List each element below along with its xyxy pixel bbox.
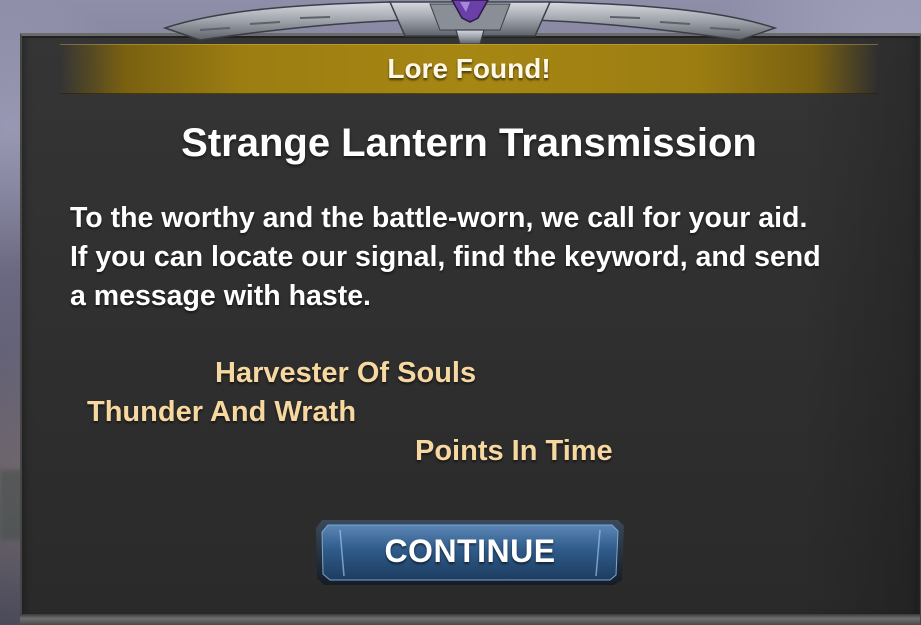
keyword-harvester-of-souls: Harvester Of Souls bbox=[215, 357, 477, 389]
body-line: To the worthy and the battle-worn, we ca… bbox=[70, 202, 808, 234]
dialog-title: Strange Lantern Transmission bbox=[181, 121, 757, 165]
winged-crest-icon bbox=[160, 0, 780, 46]
continue-button-label: CONTINUE bbox=[384, 533, 556, 569]
lore-found-banner: Lore Found! bbox=[60, 44, 878, 94]
keyword-thunder-and-wrath: Thunder And Wrath bbox=[87, 396, 357, 428]
panel-bottom-edge bbox=[20, 614, 920, 625]
continue-button[interactable]: CONTINUE bbox=[314, 518, 626, 586]
banner-title: Lore Found! bbox=[387, 53, 551, 84]
body-line: a message with haste. bbox=[70, 280, 371, 312]
dialog-body: To the worthy and the battle-worn, we ca… bbox=[70, 199, 870, 316]
keyword-points-in-time: Points In Time bbox=[415, 435, 613, 467]
body-line: If you can locate our signal, find the k… bbox=[70, 241, 821, 273]
